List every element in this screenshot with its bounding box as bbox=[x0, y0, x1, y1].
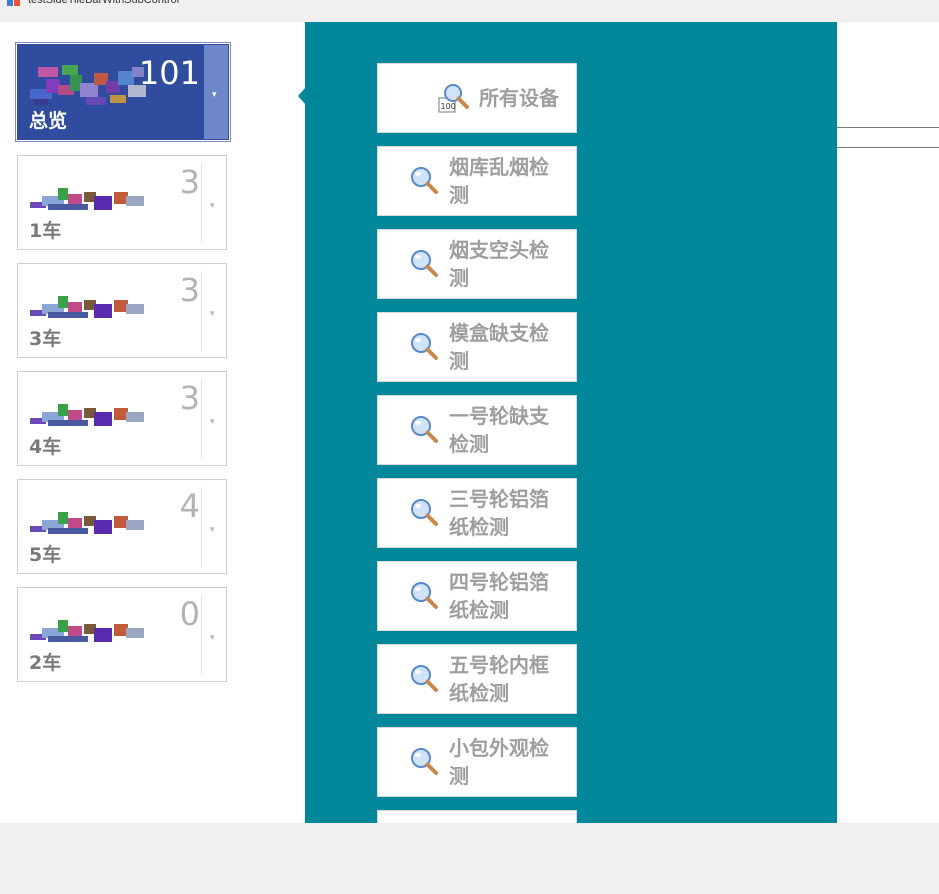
tile-car-4[interactable]: 3 4车 ▾ bbox=[17, 371, 227, 466]
magnifier-icon bbox=[411, 167, 438, 194]
tile-label: 5车 bbox=[29, 544, 62, 566]
magnifier-icon bbox=[411, 665, 438, 692]
tile-dropdown-button[interactable]: ▾ bbox=[202, 480, 226, 573]
tile-overview[interactable]: 101 总览 ▾ bbox=[15, 42, 231, 142]
tile-dropdown-button[interactable]: ▾ bbox=[202, 588, 226, 681]
tile-label: 总览 bbox=[29, 110, 68, 132]
detection-button[interactable]: 五号轮内框纸检测 bbox=[377, 644, 577, 714]
tile-count: 0 bbox=[179, 595, 200, 633]
tile-count: 3 bbox=[179, 379, 200, 417]
machine-thumbnail bbox=[30, 620, 144, 642]
detection-label: 一号轮缺支检测 bbox=[449, 404, 549, 456]
tile-dropdown-button[interactable]: ▾ bbox=[202, 264, 226, 357]
title-bar: testSideTileBarWithSubControl bbox=[0, 0, 939, 22]
detection-label: 所有设备 bbox=[479, 86, 559, 110]
divider-line bbox=[837, 127, 939, 128]
chevron-down-icon: ▾ bbox=[210, 525, 215, 535]
detection-label: 四号轮铝箔纸检测 bbox=[449, 570, 549, 622]
magnifier-icon bbox=[411, 499, 438, 526]
svg-text:100: 100 bbox=[441, 102, 456, 111]
machine-thumbnail bbox=[30, 65, 146, 105]
detection-button[interactable]: 四号轮铝箔纸检测 bbox=[377, 561, 577, 631]
detection-button[interactable]: 一号轮缺支检测 bbox=[377, 395, 577, 465]
search-100-icon: 100 bbox=[438, 84, 469, 113]
detection-button[interactable]: 烟库乱烟检测 bbox=[377, 146, 577, 216]
chevron-down-icon: ▾ bbox=[210, 417, 215, 427]
tile-count: 4 bbox=[179, 487, 200, 525]
detection-label: 烟库乱烟检测 bbox=[449, 155, 549, 207]
detection-label: 模盒缺支检测 bbox=[449, 321, 549, 373]
tile-count: 101 bbox=[138, 54, 200, 92]
tile-car-2[interactable]: 0 2车 ▾ bbox=[17, 587, 227, 682]
chevron-down-icon: ▾ bbox=[212, 90, 217, 100]
detection-label: 三号轮铝箔纸检测 bbox=[449, 487, 549, 539]
detection-label: 五号轮内框纸检测 bbox=[449, 653, 549, 705]
machine-thumbnail bbox=[30, 512, 144, 534]
sub-control-panel: 100 所有设备 烟库乱烟检测 烟支空头检测 模盒缺支检测 一号轮缺支检测 三号… bbox=[305, 22, 837, 823]
tile-car-5[interactable]: 4 5车 ▾ bbox=[17, 479, 227, 574]
machine-thumbnail bbox=[30, 188, 144, 210]
magnifier-icon bbox=[411, 748, 438, 775]
tile-dropdown-button[interactable]: ▾ bbox=[202, 372, 226, 465]
tile-label: 3车 bbox=[29, 328, 62, 350]
magnifier-icon bbox=[411, 250, 438, 277]
tile-label: 2车 bbox=[29, 652, 62, 674]
chevron-down-icon: ▾ bbox=[210, 309, 215, 319]
tile-count: 3 bbox=[179, 271, 200, 309]
detection-button[interactable]: 模盒缺支检测 bbox=[377, 312, 577, 382]
tile-dropdown-button[interactable]: ▾ bbox=[202, 156, 226, 249]
detection-button[interactable]: 小包外观检测 bbox=[377, 727, 577, 797]
tile-count: 3 bbox=[179, 163, 200, 201]
side-tile-bar: 101 总览 ▾ 3 1车 ▾ 3 3车 ▾ 3 4车 ▾ 4 5车 ▾ 0 2… bbox=[0, 22, 306, 823]
tile-dropdown-button[interactable]: ▾ bbox=[204, 45, 228, 139]
tile-car-1[interactable]: 3 1车 ▾ bbox=[17, 155, 227, 250]
magnifier-icon bbox=[411, 582, 438, 609]
detection-button-all-devices[interactable]: 100 所有设备 bbox=[377, 63, 577, 133]
chevron-down-icon: ▾ bbox=[210, 633, 215, 643]
window-title: testSideTileBarWithSubControl bbox=[28, 0, 180, 6]
tile-car-3[interactable]: 3 3车 ▾ bbox=[17, 263, 227, 358]
detection-button[interactable]: 三号轮铝箔纸检测 bbox=[377, 478, 577, 548]
client-area: 101 总览 ▾ 3 1车 ▾ 3 3车 ▾ 3 4车 ▾ 4 5车 ▾ 0 2… bbox=[0, 22, 939, 823]
app-icon bbox=[7, 0, 21, 7]
magnifier-icon bbox=[411, 333, 438, 360]
divider-line bbox=[837, 147, 939, 148]
detection-label: 小包外观检测 bbox=[449, 736, 549, 788]
detection-label: 烟支空头检测 bbox=[449, 238, 549, 290]
machine-thumbnail bbox=[30, 296, 144, 318]
chevron-down-icon: ▾ bbox=[210, 201, 215, 211]
machine-thumbnail bbox=[30, 404, 144, 426]
tile-label: 4车 bbox=[29, 436, 62, 458]
tile-label: 1车 bbox=[29, 220, 62, 242]
magnifier-icon bbox=[411, 416, 438, 443]
detection-button[interactable]: 烟支空头检测 bbox=[377, 229, 577, 299]
detection-button[interactable] bbox=[377, 810, 577, 823]
